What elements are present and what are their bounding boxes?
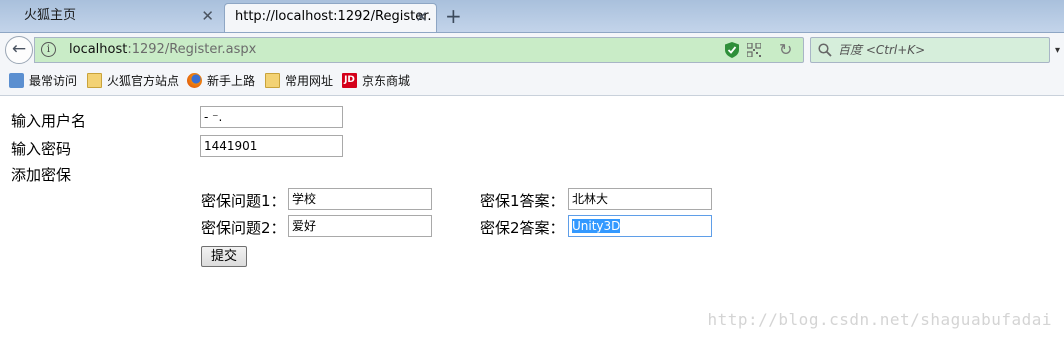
firefox-icon bbox=[187, 73, 202, 88]
folder-icon bbox=[87, 73, 102, 88]
selected-text: Unity3D bbox=[572, 219, 621, 233]
new-tab-button[interactable]: + bbox=[445, 4, 462, 28]
username-label: 输入用户名 bbox=[11, 112, 87, 130]
url-bar[interactable]: i localhost:1292/Register.aspx ↻ bbox=[34, 37, 804, 63]
search-input[interactable]: 百度 <Ctrl+K> bbox=[838, 38, 925, 62]
username-input[interactable]: - ⁻. bbox=[200, 106, 343, 128]
info-icon[interactable]: i bbox=[41, 42, 56, 57]
answer2-input[interactable]: Unity3D bbox=[568, 215, 712, 237]
password-label: 输入密码 bbox=[11, 140, 72, 158]
shield-icon[interactable] bbox=[725, 42, 739, 58]
bookmark-label: 新手上路 bbox=[207, 74, 256, 88]
reload-icon[interactable]: ↻ bbox=[779, 38, 792, 62]
url-host: localhost bbox=[69, 42, 128, 57]
qr-code-icon[interactable] bbox=[747, 43, 761, 57]
folder-icon bbox=[265, 73, 280, 88]
bookmark-label: 京东商城 bbox=[362, 74, 411, 88]
back-button[interactable]: ← bbox=[5, 36, 33, 64]
recent-icon bbox=[9, 73, 24, 88]
close-icon[interactable]: ✕ bbox=[415, 4, 428, 30]
question2-label: 密保问题2： bbox=[201, 219, 286, 237]
bookmarks-bar: 最常访问 火狐官方站点 新手上路 常用网址 JD 京东商城 bbox=[0, 67, 1064, 96]
submit-button[interactable]: 提交 bbox=[201, 246, 247, 267]
answer1-label: 密保1答案： bbox=[480, 192, 565, 210]
question1-label: 密保问题1： bbox=[201, 192, 286, 210]
tab-strip: 火狐主页 ✕ http://localhost:1292/Register. ✕… bbox=[0, 0, 1064, 33]
page-content: 输入用户名 - ⁻. 输入密码 1441901 添加密保 密保问题1： 学校 密… bbox=[0, 96, 1064, 341]
answer2-label: 密保2答案： bbox=[480, 219, 565, 237]
password-input[interactable]: 1441901 bbox=[200, 135, 343, 157]
url-path: :1292/Register.aspx bbox=[127, 42, 257, 57]
back-arrow-icon: ← bbox=[11, 39, 27, 59]
question1-input[interactable]: 学校 bbox=[288, 188, 432, 210]
bookmark-label: 常用网址 bbox=[285, 74, 334, 88]
tab-firefox-home[interactable]: 火狐主页 ✕ bbox=[0, 3, 222, 32]
close-icon[interactable]: ✕ bbox=[201, 3, 214, 29]
search-icon bbox=[818, 43, 832, 57]
question2-input[interactable]: 爱好 bbox=[288, 215, 432, 237]
tab-register[interactable]: http://localhost:1292/Register. ✕ bbox=[224, 3, 437, 32]
search-bar[interactable]: 百度 <Ctrl+K> bbox=[810, 37, 1050, 63]
bookmark-label: 火狐官方站点 bbox=[107, 74, 180, 88]
jd-icon: JD bbox=[342, 73, 357, 88]
answer1-input[interactable]: 北林大 bbox=[568, 188, 712, 210]
tab-title: http://localhost:1292/Register. bbox=[235, 9, 432, 24]
watermark: http://blog.csdn.net/shaguabufadai bbox=[707, 310, 1052, 329]
bookmark-label: 最常访问 bbox=[29, 74, 78, 88]
chevron-down-icon[interactable]: ▾ bbox=[1055, 45, 1060, 56]
url-text[interactable]: localhost:1292/Register.aspx bbox=[69, 38, 256, 62]
navigation-bar: ← i localhost:1292/Register.aspx ↻ 百度 <C… bbox=[0, 33, 1064, 67]
security-section-label: 添加密保 bbox=[11, 166, 72, 184]
tab-title: 火狐主页 bbox=[24, 8, 77, 23]
